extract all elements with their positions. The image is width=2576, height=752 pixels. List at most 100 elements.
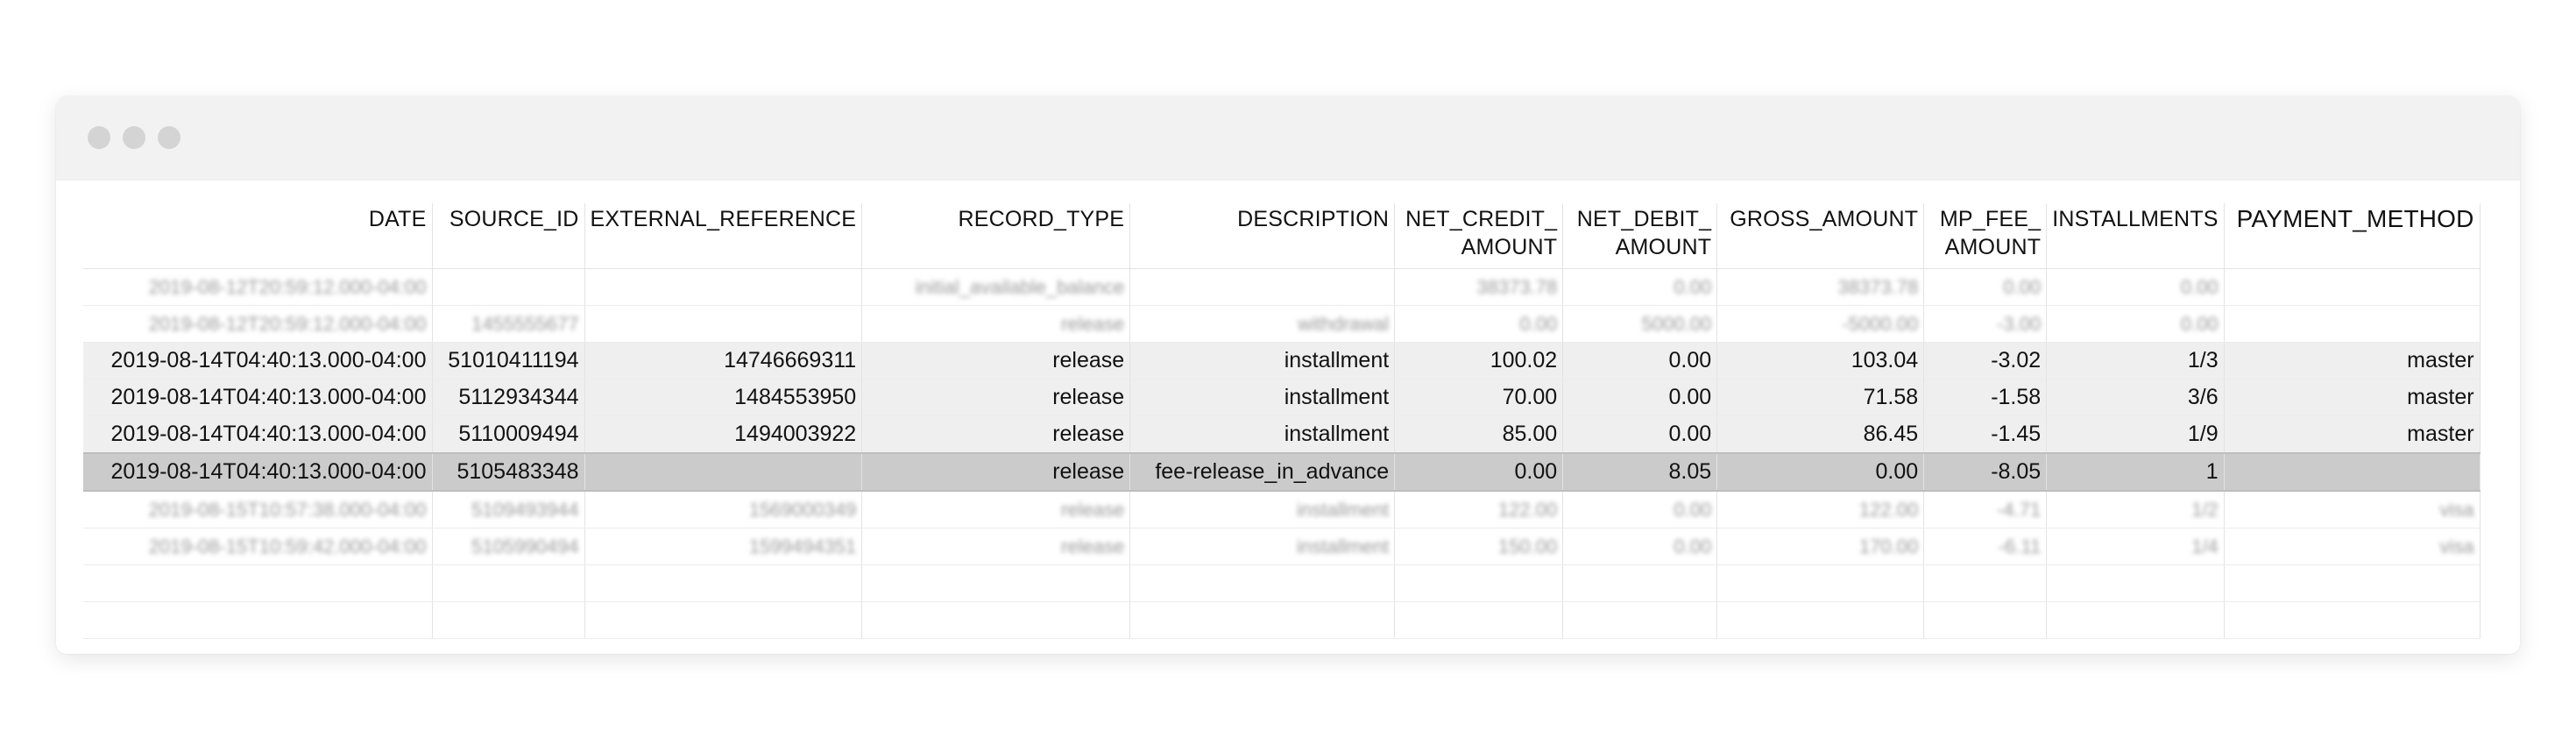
table-row[interactable]: 2019-08-15T10:57:38.000-04:00 5109493944 1… [83,491,2480,529]
cell-mp-fee-amount: -3.02 [1923,342,2048,380]
app-window: DATE SOURCE_ID EXTERNAL_REFERENCE RECORD… [56,96,2520,654]
cell-date: 2019-08-14T04:40:13.000-04:00 [83,415,433,454]
cell-date: 2019-08-15T10:59:42.000-04:00 [83,528,433,565]
cell-payment-method [2224,452,2480,492]
cell-external-reference [584,452,863,492]
cell-external-reference [584,268,863,306]
table-row[interactable]: 2019-08-14T04:40:13.000-04:00 5105483348 r… [83,452,2480,492]
cell-payment-method: master [2224,379,2480,416]
cell-external-reference [584,564,863,602]
cell-payment-method [2224,601,2480,639]
cell-description: installment [1129,379,1396,416]
cell-mp-fee-amount: -8.05 [1923,452,2048,492]
minimize-window-button[interactable] [123,126,145,149]
settlement-report-table: DATE SOURCE_ID EXTERNAL_REFERENCE RECORD… [83,203,2480,639]
cell-description: fee-release_in_advance [1129,452,1396,492]
cell-net-credit-amount: 100.02 [1394,342,1564,380]
cell-gross-amount [1716,564,1925,602]
table-row[interactable]: 2019-08-14T04:40:13.000-04:00 5112934344 1… [83,379,2480,416]
cell-installments: 0.00 [2046,305,2225,343]
cell-gross-amount [1716,601,1925,639]
table-row[interactable]: 2019-08-14T04:40:13.000-04:00 51010411194… [83,342,2480,380]
cell-net-credit-amount: 150.00 [1394,528,1564,565]
cell-installments: 1/3 [2046,342,2225,380]
cell-description: installment [1129,491,1396,529]
cell-gross-amount: 71.58 [1716,379,1925,416]
cell-description: installment [1129,528,1396,565]
col-header-installments[interactable]: INSTALLMENTS [2046,203,2225,269]
cell-net-debit-amount [1562,601,1718,639]
cell-installments: 1/4 [2046,528,2225,565]
cell-net-credit-amount [1394,564,1564,602]
cell-net-debit-amount: 0.00 [1562,491,1718,529]
table-row[interactable] [83,601,2480,639]
cell-source-id: 5112934344 [432,379,585,416]
cell-external-reference: 1569000349 [584,491,863,529]
cell-net-debit-amount: 0.00 [1562,528,1718,565]
cell-date: 2019-08-14T04:40:13.000-04:00 [83,379,433,416]
cell-source-id: 5105990494 [432,528,585,565]
table-row[interactable]: 2019-08-12T20:59:12.000-04:00 initial_ava… [83,268,2480,306]
cell-description: installment [1129,342,1396,380]
table-row[interactable] [83,564,2480,602]
cell-payment-method: master [2224,342,2480,380]
cell-gross-amount: 122.00 [1716,491,1925,529]
table-row[interactable]: 2019-08-12T20:59:12.000-04:00 1455555677 r… [83,305,2480,343]
cell-source-id: 5105483348 [432,452,585,492]
cell-net-debit-amount: 0.00 [1562,379,1718,416]
table-row[interactable]: 2019-08-15T10:59:42.000-04:00 5105990494 1… [83,528,2480,565]
col-header-net-credit-amount[interactable]: NET_CREDIT_ AMOUNT [1394,203,1564,269]
cell-net-credit-amount: 70.00 [1394,379,1564,416]
cell-description: installment [1129,415,1396,454]
cell-record-type: release [861,491,1131,529]
cell-gross-amount: -5000.00 [1716,305,1925,343]
cell-record-type: release [861,452,1131,492]
close-window-button[interactable] [88,126,110,149]
cell-date [83,601,433,639]
col-header-gross-amount[interactable]: GROSS_AMOUNT [1716,203,1925,269]
cell-date: 2019-08-15T10:57:38.000-04:00 [83,491,433,529]
cell-source-id [432,564,585,602]
cell-mp-fee-amount: -6.11 [1923,528,2048,565]
cell-installments: 3/6 [2046,379,2225,416]
cell-record-type [861,601,1131,639]
maximize-window-button[interactable] [158,126,180,149]
cell-external-reference: 1484553950 [584,379,863,416]
cell-record-type: release [861,379,1131,416]
col-header-mp-fee-amount[interactable]: MP_FEE_ AMOUNT [1923,203,2048,269]
cell-gross-amount: 0.00 [1716,452,1925,492]
col-header-record-type[interactable]: RECORD_TYPE [861,203,1131,269]
cell-external-reference: 14746669311 [584,342,863,380]
cell-installments [2046,564,2225,602]
cell-description: withdrawal [1129,305,1396,343]
cell-source-id: 51010411194 [432,342,585,380]
cell-description [1129,601,1396,639]
cell-net-credit-amount [1394,601,1564,639]
cell-mp-fee-amount: -1.45 [1923,415,2048,454]
cell-source-id: 5109493944 [432,491,585,529]
cell-record-type: release [861,528,1131,565]
cell-installments: 1/9 [2046,415,2225,454]
cell-external-reference: 1599494351 [584,528,863,565]
cell-installments: 0.00 [2046,268,2225,306]
col-header-net-debit-amount[interactable]: NET_DEBIT_ AMOUNT [1562,203,1718,269]
cell-net-credit-amount: 0.00 [1394,452,1564,492]
cell-date: 2019-08-14T04:40:13.000-04:00 [83,342,433,380]
cell-mp-fee-amount: -1.58 [1923,379,2048,416]
col-header-date[interactable]: DATE [83,203,433,269]
table-row[interactable]: 2019-08-14T04:40:13.000-04:00 5110009494 1… [83,415,2480,454]
col-header-description[interactable]: DESCRIPTION [1129,203,1396,269]
col-header-external-reference[interactable]: EXTERNAL_REFERENCE [584,203,863,269]
cell-payment-method: visa [2224,491,2480,529]
cell-payment-method [2224,268,2480,306]
cell-installments: 1 [2046,452,2225,492]
col-header-source-id[interactable]: SOURCE_ID [432,203,585,269]
cell-description [1129,564,1396,602]
cell-record-type: release [861,415,1131,454]
cell-net-credit-amount: 0.00 [1394,305,1564,343]
cell-net-credit-amount: 38373.78 [1394,268,1564,306]
col-header-payment-method[interactable]: PAYMENT_METHOD [2224,203,2480,269]
cell-source-id: 1455555677 [432,305,585,343]
cell-source-id [432,268,585,306]
cell-source-id: 5110009494 [432,415,585,454]
